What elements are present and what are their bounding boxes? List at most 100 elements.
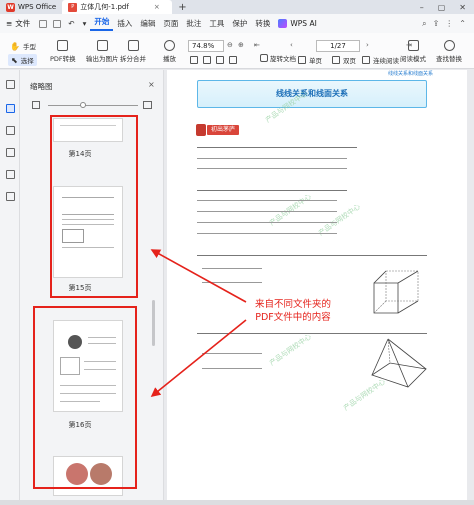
wps-ai-button[interactable]: WPS AI [274,19,320,28]
find-replace-button[interactable]: 查找替换 [436,40,462,63]
question-line [197,222,337,223]
zoom-input[interactable]: 74.8% [188,40,224,52]
signature-icon[interactable] [6,170,15,179]
question-line [197,233,337,234]
find-replace-label: 查找替换 [436,55,462,63]
app-tab[interactable]: W WPS Office [0,0,62,14]
menu-tab-edit[interactable]: 编辑 [136,18,159,29]
minimize-icon[interactable]: – [420,3,424,12]
maximize-icon[interactable]: ▢ [438,3,446,12]
more-icon[interactable]: ⋮ [445,19,453,29]
split-merge-button[interactable]: 拆分合并 [120,40,146,63]
title-bar: W WPS Office P 立体几何-1.pdf × + – ▢ ✕ [0,0,474,14]
section-tag: 初出茅庐 [207,125,240,135]
document-tab[interactable]: P 立体几何-1.pdf × [62,0,173,14]
app-name: WPS Office [18,3,57,11]
cursor-icon: ⬉ [11,55,18,65]
select-tool-button[interactable]: ⬉ 选择 [8,54,37,66]
play-label: 播放 [163,55,176,63]
question-line [197,190,347,191]
hand-icon: ✋ [10,41,20,51]
pdf-file-icon: P [68,2,78,12]
play-button[interactable]: 播放 [163,40,176,63]
menu-tab-tools[interactable]: 工具 [205,18,228,29]
file-menu-label: 文件 [15,19,31,28]
fit-width-icon[interactable] [190,56,198,64]
actual-size-icon[interactable] [216,56,224,64]
read-mode-button[interactable]: 阅读模式 [400,40,426,63]
close-panel-icon[interactable]: × [148,80,155,89]
split-merge-icon [127,40,139,51]
question-line [197,333,427,334]
export-image-label: 输出为图片 [86,55,119,63]
menu-tab-page[interactable]: 页面 [159,18,182,29]
new-tab-button[interactable]: + [172,2,192,13]
menu-tab-insert[interactable]: 插入 [113,18,136,29]
fit-page-icon[interactable] [203,56,211,64]
thumbnail-scrollbar[interactable] [152,300,155,346]
hand-tool-button[interactable]: ✋ 手型 [10,41,36,52]
page-number-input[interactable]: 1/27 [316,40,360,52]
menu-tab-protect[interactable]: 保护 [228,18,251,29]
view-tools-row [190,56,237,64]
wps-ai-label: WPS AI [290,19,317,28]
menu-tab-start[interactable]: 开始 [90,16,114,31]
wps-logo-icon: W [6,2,15,12]
screenshot-icon[interactable] [229,56,237,64]
question-line [197,255,427,256]
menu-tab-annotate[interactable]: 批注 [182,18,205,29]
large-thumb-icon[interactable] [143,101,152,109]
quick-print-icon[interactable] [53,19,62,28]
read-mode-label: 阅读模式 [400,55,426,63]
expand-sidebar-icon[interactable] [6,80,15,89]
share-icon[interactable]: ⇪ [433,19,440,29]
thumbnail-panel-title: 缩略图 [30,82,53,91]
find-replace-icon [443,40,455,51]
thumbnail-icon[interactable] [6,104,15,113]
rotate-doc-button[interactable]: 旋转文档 [260,53,296,63]
file-menu[interactable]: ≡ 文件 [0,18,36,29]
question-line [202,353,262,354]
section-title-banner: 线线关系和线面关系 [197,80,427,108]
question-line [197,168,347,169]
document-tab-label: 立体几何-1.pdf [80,3,129,11]
collapse-ribbon-icon[interactable]: ⌃ [459,19,466,29]
question-line [202,268,262,269]
pdf-convert-icon [57,40,69,51]
hamburger-icon: ≡ [6,19,13,28]
menu-tab-convert[interactable]: 转换 [251,18,274,29]
continuous-read-label: 连续阅读 [373,57,399,65]
single-page-label: 单页 [309,57,322,65]
search-icon[interactable]: ⌕ [422,19,426,29]
thumb-size-slider[interactable] [48,105,138,106]
callout-line-2: PDF文件中的内容 [255,312,331,323]
question-line [202,368,262,369]
export-image-button[interactable]: 输出为图片 [86,40,119,63]
quick-access-more-icon[interactable]: ▾ [79,19,91,28]
continuous-read-icon [362,56,370,64]
menubar-right-icons: ⌕ ⇪ ⋮ ⌃ [422,19,474,29]
zoom-in-icon[interactable]: ⊕ [238,41,244,49]
thumb-size-knob[interactable] [80,102,86,108]
continuous-read-button[interactable]: 连续阅读 [362,55,399,65]
next-page-icon[interactable]: › [366,41,369,49]
close-window-icon[interactable]: ✕ [459,3,466,12]
quick-save-icon[interactable] [39,19,48,28]
undo-icon[interactable]: ↶ [64,19,78,28]
close-tab-button[interactable]: × [154,3,160,11]
layers-icon[interactable] [6,192,15,201]
bookmark-icon[interactable] [6,148,15,157]
pdf-convert-button[interactable]: PDF转换 [50,40,76,63]
pyramid-diagram [371,338,427,388]
double-page-icon [332,56,340,64]
small-thumb-icon[interactable] [32,101,40,109]
single-page-button[interactable]: 单页 [298,55,322,65]
page-header-text: 线线关系和线面关系 [388,71,434,77]
first-page-icon[interactable]: ⇤ [254,41,260,49]
prev-page-icon[interactable]: ‹ [290,41,293,49]
question-line [202,282,262,283]
double-page-button[interactable]: 双页 [332,55,356,65]
zoom-out-icon[interactable]: ⊖ [227,41,233,49]
single-page-icon [298,56,306,64]
comment-icon[interactable] [6,126,15,135]
